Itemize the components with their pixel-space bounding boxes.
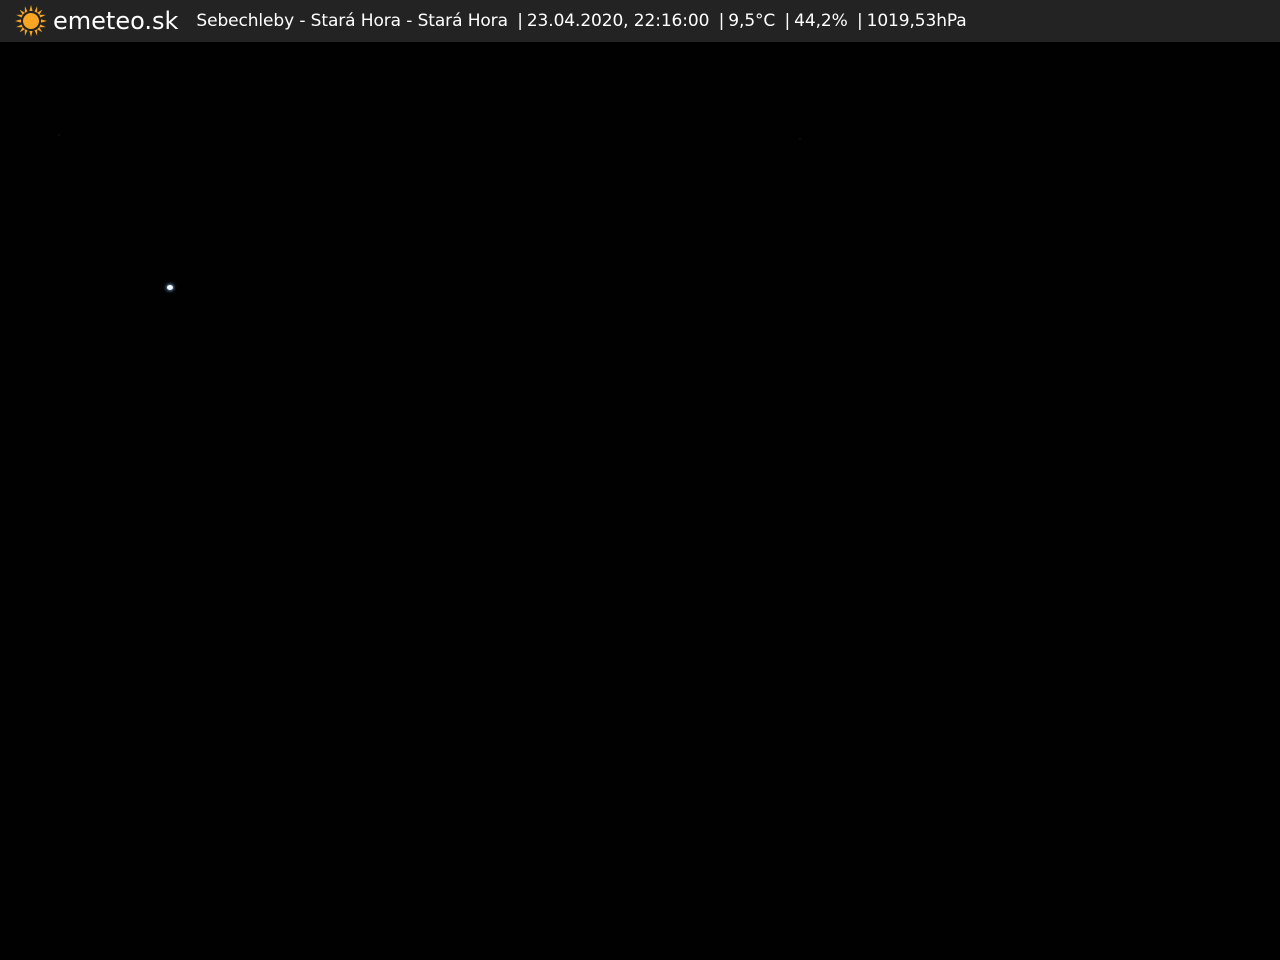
pressure-value: 1019,53hPa: [866, 11, 967, 31]
station-location: Sebechleby - Stará Hora - Stará Hora: [196, 11, 508, 31]
separator: |: [784, 11, 791, 31]
separator: |: [718, 11, 725, 31]
observation-datetime: 23.04.2020, 22:16:00: [526, 11, 710, 31]
header-bar: emeteo.sk Sebechleby - Stará Hora - Star…: [0, 0, 1280, 42]
separator: |: [517, 11, 523, 31]
faint-star: [799, 138, 801, 140]
webcam-frame: emeteo.sk Sebechleby - Stará Hora - Star…: [0, 0, 1280, 960]
temperature-value: 9,5°C: [728, 11, 776, 31]
brand-name[interactable]: emeteo.sk: [53, 0, 178, 42]
humidity-value: 44,2%: [794, 11, 848, 31]
webcam-image: [0, 42, 1280, 960]
sun-icon: [15, 5, 47, 37]
bright-star: [167, 285, 173, 290]
station-caption: Sebechleby - Stará Hora - Stará Hora | 23…: [196, 0, 966, 42]
faint-star: [58, 134, 60, 136]
separator: |: [856, 11, 863, 31]
